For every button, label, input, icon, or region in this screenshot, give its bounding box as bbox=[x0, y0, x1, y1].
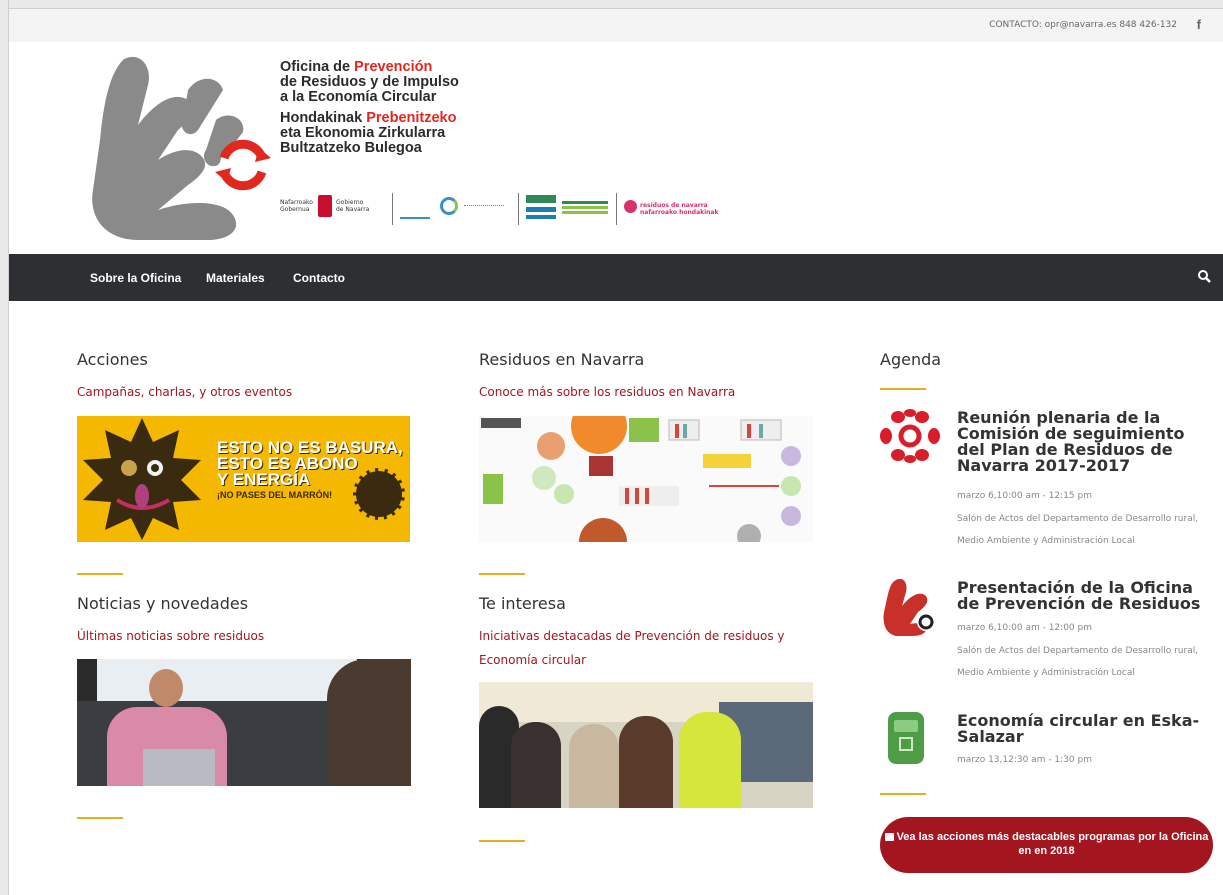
contact-info: CONTACTO: opr@navarra.es 848 426-132 bbox=[989, 20, 1177, 30]
logo-line1b: Prevención bbox=[354, 59, 433, 75]
divider bbox=[880, 388, 926, 390]
noticias-subtitle[interactable]: Últimas noticias sobre residuos bbox=[77, 624, 407, 648]
top-bar: CONTACTO: opr@navarra.es 848 426-132 f bbox=[9, 9, 1223, 42]
logo-line5: eta Ekonomia Zirkularra bbox=[280, 125, 446, 141]
infographic[interactable] bbox=[479, 416, 813, 542]
interesa-title: Te interesa bbox=[479, 594, 566, 613]
person-3 bbox=[569, 724, 619, 808]
acciones-title: Acciones bbox=[77, 350, 148, 369]
event-logo-icon bbox=[880, 409, 940, 463]
person-5-vest bbox=[679, 712, 741, 808]
logo-line1a: Oficina de bbox=[280, 59, 355, 75]
acciones-2018-button[interactable]: Vea las acciones más destacables program… bbox=[880, 817, 1213, 873]
mancomunidad-text-icon bbox=[562, 201, 608, 204]
partner-text-1a: Nafarroako bbox=[280, 199, 313, 206]
divider bbox=[479, 840, 525, 842]
event-2-time: marzo 6,10:00 am - 12:00 pm bbox=[957, 623, 1092, 633]
interesa-photo[interactable] bbox=[479, 682, 813, 808]
event-2-title[interactable]: Presentación de la Oficina de Prevención… bbox=[957, 580, 1207, 612]
partner-logos: Nafarroako Gobernua Gobierno de Navarra re… bbox=[280, 193, 760, 233]
hand-recycle-logo bbox=[92, 56, 271, 240]
partner-text-1d: de Navarra bbox=[336, 206, 370, 213]
facebook-icon[interactable]: f bbox=[1197, 17, 1201, 32]
divider bbox=[77, 817, 123, 819]
hand-logo-icon bbox=[883, 578, 935, 636]
container-bin-icon bbox=[888, 712, 924, 764]
divider bbox=[479, 573, 525, 575]
nav-sobre-oficina[interactable]: Sobre la Oficina bbox=[90, 271, 181, 285]
event-3-time: marzo 13,12:30 am - 1:30 pm bbox=[957, 755, 1092, 765]
speaker-head bbox=[149, 669, 183, 707]
residuos-subtitle[interactable]: Conoce más sobre los residuos en Navarra bbox=[479, 380, 819, 404]
search-icon[interactable] bbox=[1197, 269, 1211, 283]
main-nav: Sobre la Oficina Materiales Contacto bbox=[9, 254, 1223, 301]
browser-frame-left bbox=[0, 0, 9, 895]
logo-line6: Bultzatzeko Bulegoa bbox=[280, 140, 422, 156]
logo-line4a: Hondakinak bbox=[280, 110, 367, 126]
event-1-time: marzo 6,10:00 am - 12:15 pm bbox=[957, 491, 1092, 501]
logo-line2: de Residuos y de Impulso bbox=[280, 74, 459, 90]
person-4 bbox=[619, 716, 673, 808]
waves-logo-icon bbox=[526, 195, 556, 221]
logo-line4b: Prebenitzeko bbox=[366, 110, 457, 126]
calendar-icon bbox=[884, 833, 894, 841]
navarra-shield-icon bbox=[318, 195, 332, 217]
noticias-title: Noticias y novedades bbox=[77, 594, 249, 613]
acciones-subtitle[interactable]: Campañas, charlas, y otros eventos bbox=[77, 380, 407, 404]
sun-sticker-icon bbox=[83, 418, 201, 540]
acciones-banner[interactable]: ESTO NO ES BASURA, ESTO ES ABONO Y ENERG… bbox=[77, 416, 410, 542]
event-2-place: Salón de Actos del Departamento de Desar… bbox=[957, 646, 1199, 678]
nav-contacto[interactable]: Contacto bbox=[293, 271, 345, 285]
event-3-title[interactable]: Economía circular en Eska-Salazar bbox=[957, 713, 1207, 745]
divider bbox=[880, 793, 926, 795]
noticias-photo[interactable] bbox=[77, 659, 411, 786]
mancomunidad-logo-icon bbox=[400, 197, 510, 221]
partner-text-1c: Gobierno bbox=[336, 199, 364, 206]
interesa-subtitle[interactable]: Iniciativas destacadas de Prevención de … bbox=[479, 624, 819, 672]
residuos-title: Residuos en Navarra bbox=[479, 350, 645, 369]
logo-line3: a la Economía Circular bbox=[280, 89, 437, 105]
residuos-navarra-icon bbox=[624, 200, 637, 213]
divider bbox=[77, 573, 123, 575]
partner-text-4: residuos de navarra bbox=[640, 202, 708, 209]
audience-person bbox=[327, 659, 411, 786]
site-logo[interactable]: Oficina de Prevención de Residuos y de I… bbox=[78, 50, 748, 245]
event-1-title[interactable]: Reunión plenaria de la Comisión de segui… bbox=[957, 410, 1207, 474]
cta-label: Vea las acciones más destacables program… bbox=[896, 831, 1209, 857]
nav-materiales[interactable]: Materiales bbox=[206, 271, 265, 285]
partner-text-1b: Gobernua bbox=[280, 206, 310, 213]
browser-frame-top bbox=[0, 0, 1223, 9]
person-2 bbox=[511, 722, 561, 808]
event-1-place: Salón de Actos del Departamento de Desar… bbox=[957, 514, 1199, 546]
laptop bbox=[143, 749, 215, 786]
agenda-title: Agenda bbox=[880, 350, 942, 369]
partner-text-5: nafarroako hondakinak bbox=[640, 209, 719, 216]
sticker-badge-icon bbox=[353, 468, 405, 520]
infographic-chart-icon bbox=[481, 416, 801, 542]
